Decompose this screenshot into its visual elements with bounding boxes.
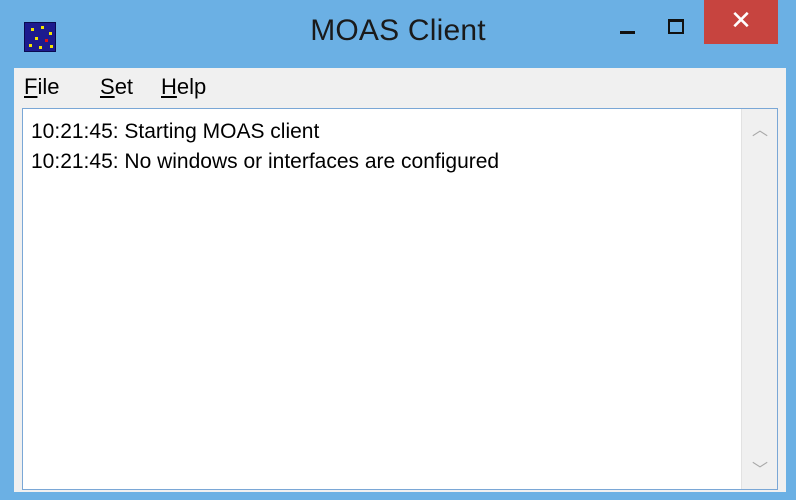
vertical-scrollbar[interactable]: ︿ ﹀ [741,109,777,489]
minimize-button[interactable] [610,6,650,46]
log-line: 10:21:45: No windows or interfaces are c… [31,150,500,173]
scroll-up-icon[interactable]: ︿ [742,115,778,145]
scroll-down-icon[interactable]: ﹀ [742,455,778,485]
menu-bar: File Set Help [14,68,786,106]
menu-file-mnemonic: F [24,74,38,99]
menu-set-label: et [114,74,134,99]
close-button[interactable]: ✕ [704,0,778,44]
maximize-button[interactable] [656,6,696,46]
title-bar[interactable]: MOAS Client ✕ [0,0,796,68]
menu-set-mnemonic: S [100,74,115,99]
menu-set[interactable]: Set [100,74,133,100]
menu-file-label: ile [37,74,60,99]
menu-help-label: elp [176,74,207,99]
log-text-area[interactable]: 10:21:45: Starting MOAS client 10:21:45:… [23,109,741,489]
menu-help[interactable]: Help [161,74,206,100]
menu-help-mnemonic: H [161,74,177,99]
close-icon: ✕ [730,6,752,36]
moas-client-window: MOAS Client ✕ File Set Help 10:21:45: St… [0,0,796,500]
app-icon[interactable] [24,22,56,52]
log-panel[interactable]: 10:21:45: Starting MOAS client 10:21:45:… [22,108,778,490]
client-area: File Set Help 10:21:45: Starting MOAS cl… [14,68,786,492]
log-line: 10:21:45: Starting MOAS client [31,120,320,143]
menu-file[interactable]: File [24,74,59,100]
